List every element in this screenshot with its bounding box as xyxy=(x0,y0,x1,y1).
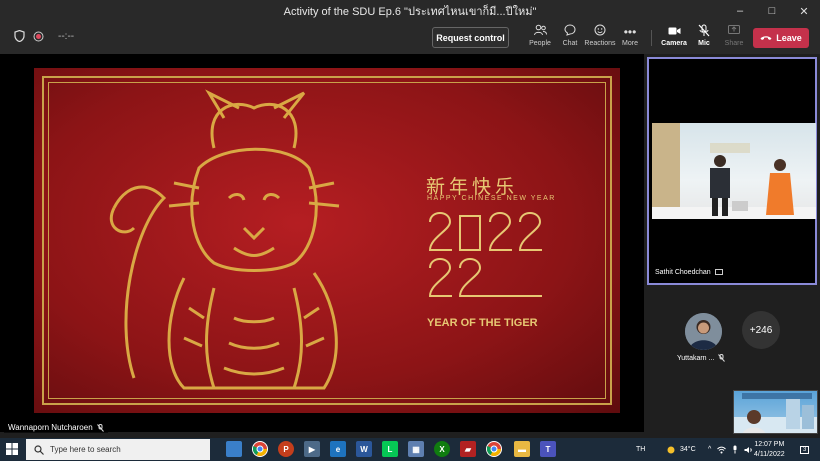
reactions-icon xyxy=(594,24,606,40)
self-view-video[interactable] xyxy=(733,390,818,434)
camera-icon xyxy=(668,24,681,40)
video-app-icon[interactable]: ▶ xyxy=(304,441,320,457)
calculator-app-icon[interactable]: ▦ xyxy=(408,441,424,457)
sun-icon xyxy=(667,446,675,453)
year-of-tiger-text: YEAR OF THE TIGER xyxy=(427,317,538,329)
presenter-name-tag: Wannaporn Nutcharoen xyxy=(4,422,108,433)
language-indicator[interactable]: TH xyxy=(636,438,645,461)
participant-video xyxy=(652,123,816,219)
xbox-app-icon[interactable]: X xyxy=(434,441,450,457)
line-app-icon[interactable]: L xyxy=(382,441,398,457)
participant-name: Sathit Choedchan xyxy=(655,269,711,276)
participant-name-tag: Sathit Choedchan xyxy=(655,269,723,276)
shield-icon xyxy=(14,30,25,42)
taskbar-search[interactable]: Type here to search xyxy=(26,439,210,460)
chrome-profile-app-icon[interactable] xyxy=(486,441,502,457)
weather-widget[interactable]: 34°C xyxy=(666,438,696,461)
more-button[interactable]: ••• More xyxy=(612,24,648,54)
share-icon xyxy=(728,24,740,40)
microphone-icon[interactable] xyxy=(732,445,738,454)
media-app-icon[interactable]: ▰ xyxy=(460,441,476,457)
presenter-name: Wannaporn Nutcharoen xyxy=(8,423,93,432)
window-controls: – □ ✕ xyxy=(724,0,820,22)
reactions-label: Reactions xyxy=(584,40,616,47)
happy-new-year-text: HAPPY CHINESE NEW YEAR xyxy=(427,195,556,202)
title-bar: Activity of the SDU Ep.6 "ประเทศไหนเขาก็… xyxy=(0,0,820,22)
shared-screen: 新年快乐 HAPPY CHINESE NEW YEAR YEAR OF THE … xyxy=(0,54,644,433)
share-button[interactable]: Share xyxy=(716,24,752,54)
mic-muted-icon xyxy=(718,354,726,362)
notepad-app-icon[interactable] xyxy=(226,441,242,457)
people-icon xyxy=(533,24,547,40)
people-label: People xyxy=(529,40,551,47)
leave-label: Leave xyxy=(776,33,802,43)
clock-time: 12:07 PM xyxy=(754,441,785,448)
chat-label: Chat xyxy=(562,40,578,47)
volume-icon[interactable] xyxy=(744,446,753,454)
participant-panel: Sathit Choedchan xyxy=(644,54,820,432)
screen-share-icon xyxy=(714,269,723,275)
meeting-toolbar: --:-- Request control People Chat Reacti… xyxy=(0,22,820,54)
system-tray: ^ xyxy=(708,438,753,461)
search-icon xyxy=(34,444,44,455)
file-explorer-app-icon[interactable]: ▬ xyxy=(514,441,530,457)
maximize-button[interactable]: □ xyxy=(756,0,788,22)
avatar[interactable] xyxy=(685,313,722,350)
phone-hangup-icon xyxy=(760,36,772,40)
clock-date: 4/11/2022 xyxy=(754,451,785,458)
window-title: Activity of the SDU Ep.6 "ประเทศไหนเขาก็… xyxy=(283,6,537,18)
request-control-button[interactable]: Request control xyxy=(432,27,509,48)
participant-video-tile[interactable]: Sathit Choedchan xyxy=(647,57,817,285)
shared-slide: 新年快乐 HAPPY CHINESE NEW YEAR YEAR OF THE … xyxy=(34,68,620,413)
close-button[interactable]: ✕ xyxy=(788,0,820,22)
minimize-button[interactable]: – xyxy=(724,0,756,22)
teams-app-icon[interactable]: T xyxy=(540,441,556,457)
notification-count: 3 xyxy=(800,445,810,454)
mic-muted-icon xyxy=(96,423,104,432)
year-number-graphic xyxy=(428,212,542,297)
chat-icon xyxy=(564,24,576,40)
chevron-up-icon[interactable]: ^ xyxy=(708,446,711,453)
notification-center[interactable]: 3 xyxy=(800,438,810,461)
word-app-icon[interactable]: W xyxy=(356,441,372,457)
tiger-illustration xyxy=(110,89,340,390)
powerpoint-app-icon[interactable]: P xyxy=(278,441,294,457)
leave-button[interactable]: Leave xyxy=(753,28,809,48)
chrome-app-icon[interactable] xyxy=(252,441,268,457)
participant-name-tag: Yuttakarn ... xyxy=(677,354,726,362)
meeting-timer: --:-- xyxy=(58,30,75,42)
more-icon: ••• xyxy=(623,25,637,39)
more-participants-button[interactable]: +246 xyxy=(742,311,780,349)
taskbar: Type here to search P ▶ e W L ▦ X ▰ ▬ T … xyxy=(0,438,820,461)
taskbar-clock[interactable]: 12:07 PM 4/11/2022 xyxy=(754,440,785,460)
windows-start-icon[interactable] xyxy=(6,443,18,455)
share-label: Share xyxy=(724,40,744,47)
more-label: More xyxy=(622,40,638,47)
camera-label: Camera xyxy=(661,40,687,47)
participant-name: Yuttakarn ... xyxy=(677,354,715,362)
mic-label: Mic xyxy=(698,40,710,47)
edge-app-icon[interactable]: e xyxy=(330,441,346,457)
search-placeholder: Type here to search xyxy=(50,445,121,454)
mic-muted-icon xyxy=(698,24,710,40)
temperature: 34°C xyxy=(680,446,696,453)
wifi-icon[interactable] xyxy=(717,446,727,454)
recording-icon xyxy=(33,31,44,41)
toolbar-divider xyxy=(651,30,652,46)
